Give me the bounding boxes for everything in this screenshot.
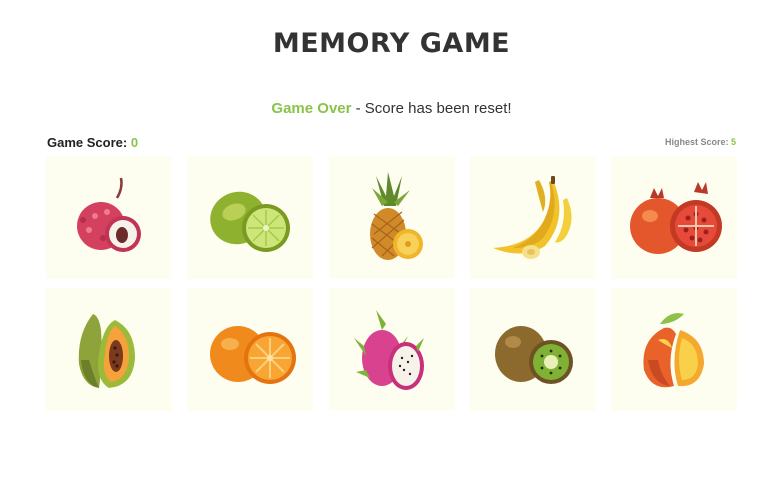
- card-lychee[interactable]: [46, 156, 172, 279]
- highest-score-value: 5: [730, 137, 736, 147]
- card-papaya[interactable]: [46, 288, 172, 411]
- game-score-value: 0: [130, 135, 139, 150]
- game-score-label: Game Score:: [47, 135, 131, 150]
- banana-icon: [492, 175, 572, 259]
- card-pineapple[interactable]: [328, 156, 455, 279]
- page-title: MEMORY GAME: [272, 28, 511, 59]
- status-highlight: Game Over: [271, 100, 352, 117]
- mango-icon: [643, 312, 704, 387]
- dragonfruit-icon: [353, 309, 424, 390]
- card-banana[interactable]: [469, 156, 596, 279]
- card-kiwi[interactable]: [469, 288, 596, 411]
- pineapple-icon: [369, 171, 423, 260]
- card-grid: [46, 156, 737, 411]
- highest-score: Highest Score: 5: [665, 137, 736, 147]
- kiwi-icon: [494, 325, 573, 384]
- game-score: Game Score: 0: [47, 135, 138, 150]
- pomegranate-icon: [630, 181, 722, 254]
- lime-icon: [210, 191, 291, 252]
- card-dragonfruit[interactable]: [328, 288, 455, 411]
- status-message: Game Over - Score has been reset!: [0, 100, 783, 117]
- papaya-icon: [78, 313, 135, 388]
- orange-icon: [210, 325, 297, 384]
- status-text: - Score has been reset!: [351, 100, 512, 117]
- card-pomegranate[interactable]: [611, 156, 737, 279]
- card-lime[interactable]: [187, 156, 314, 279]
- lychee-icon: [77, 177, 141, 252]
- card-orange[interactable]: [187, 288, 314, 411]
- highest-score-label: Highest Score:: [664, 137, 731, 147]
- card-mango[interactable]: [611, 288, 737, 411]
